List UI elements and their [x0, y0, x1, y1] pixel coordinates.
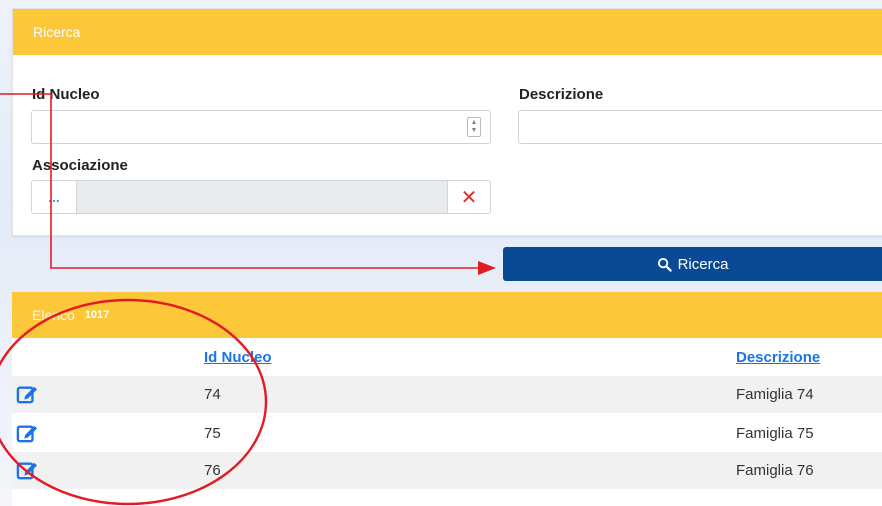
search-button-label: Ricerca: [677, 255, 729, 273]
edit-icon[interactable]: [16, 423, 38, 443]
id-nucleo-label: Id Nucleo: [32, 86, 100, 103]
associazione-field: [77, 181, 447, 213]
cell-id-nucleo: 75: [204, 425, 221, 442]
results-panel-header: Elenco 1017: [12, 292, 882, 338]
cell-descrizione: Famiglia 76: [736, 462, 814, 479]
associazione-label: Associazione: [32, 157, 128, 174]
close-icon[interactable]: ✕: [447, 181, 490, 213]
id-nucleo-wrapper: ▲ ▼: [31, 110, 491, 144]
table-row: 74 Famiglia 74: [12, 376, 882, 413]
spinner-icon[interactable]: ▲ ▼: [467, 117, 481, 137]
column-header-id-nucleo[interactable]: Id Nucleo: [204, 349, 272, 366]
cell-id-nucleo: 74: [204, 386, 221, 403]
search-panel-title: Ricerca: [33, 24, 81, 40]
cell-descrizione: Famiglia 74: [736, 386, 814, 403]
edit-icon[interactable]: [16, 384, 38, 404]
associazione-group: ... ✕: [31, 180, 491, 214]
descrizione-input[interactable]: [518, 110, 882, 144]
column-header-descrizione[interactable]: Descrizione: [736, 349, 820, 366]
cell-descrizione: Famiglia 75: [736, 425, 814, 442]
id-nucleo-input[interactable]: [31, 110, 491, 144]
results-title: Elenco: [32, 307, 75, 323]
search-icon: [657, 257, 672, 272]
table-row: 75 Famiglia 75: [12, 415, 882, 452]
results-count-badge: 1017: [84, 309, 110, 321]
edit-icon[interactable]: [16, 460, 38, 480]
annotation-arrow-head: [478, 261, 496, 275]
associazione-lookup-button[interactable]: ...: [32, 181, 77, 213]
cell-id-nucleo: 76: [204, 462, 221, 479]
table-row: 76 Famiglia 76: [12, 452, 882, 489]
search-button[interactable]: Ricerca: [503, 247, 882, 281]
descrizione-label: Descrizione: [519, 86, 604, 103]
search-panel-header: Ricerca: [13, 9, 882, 55]
